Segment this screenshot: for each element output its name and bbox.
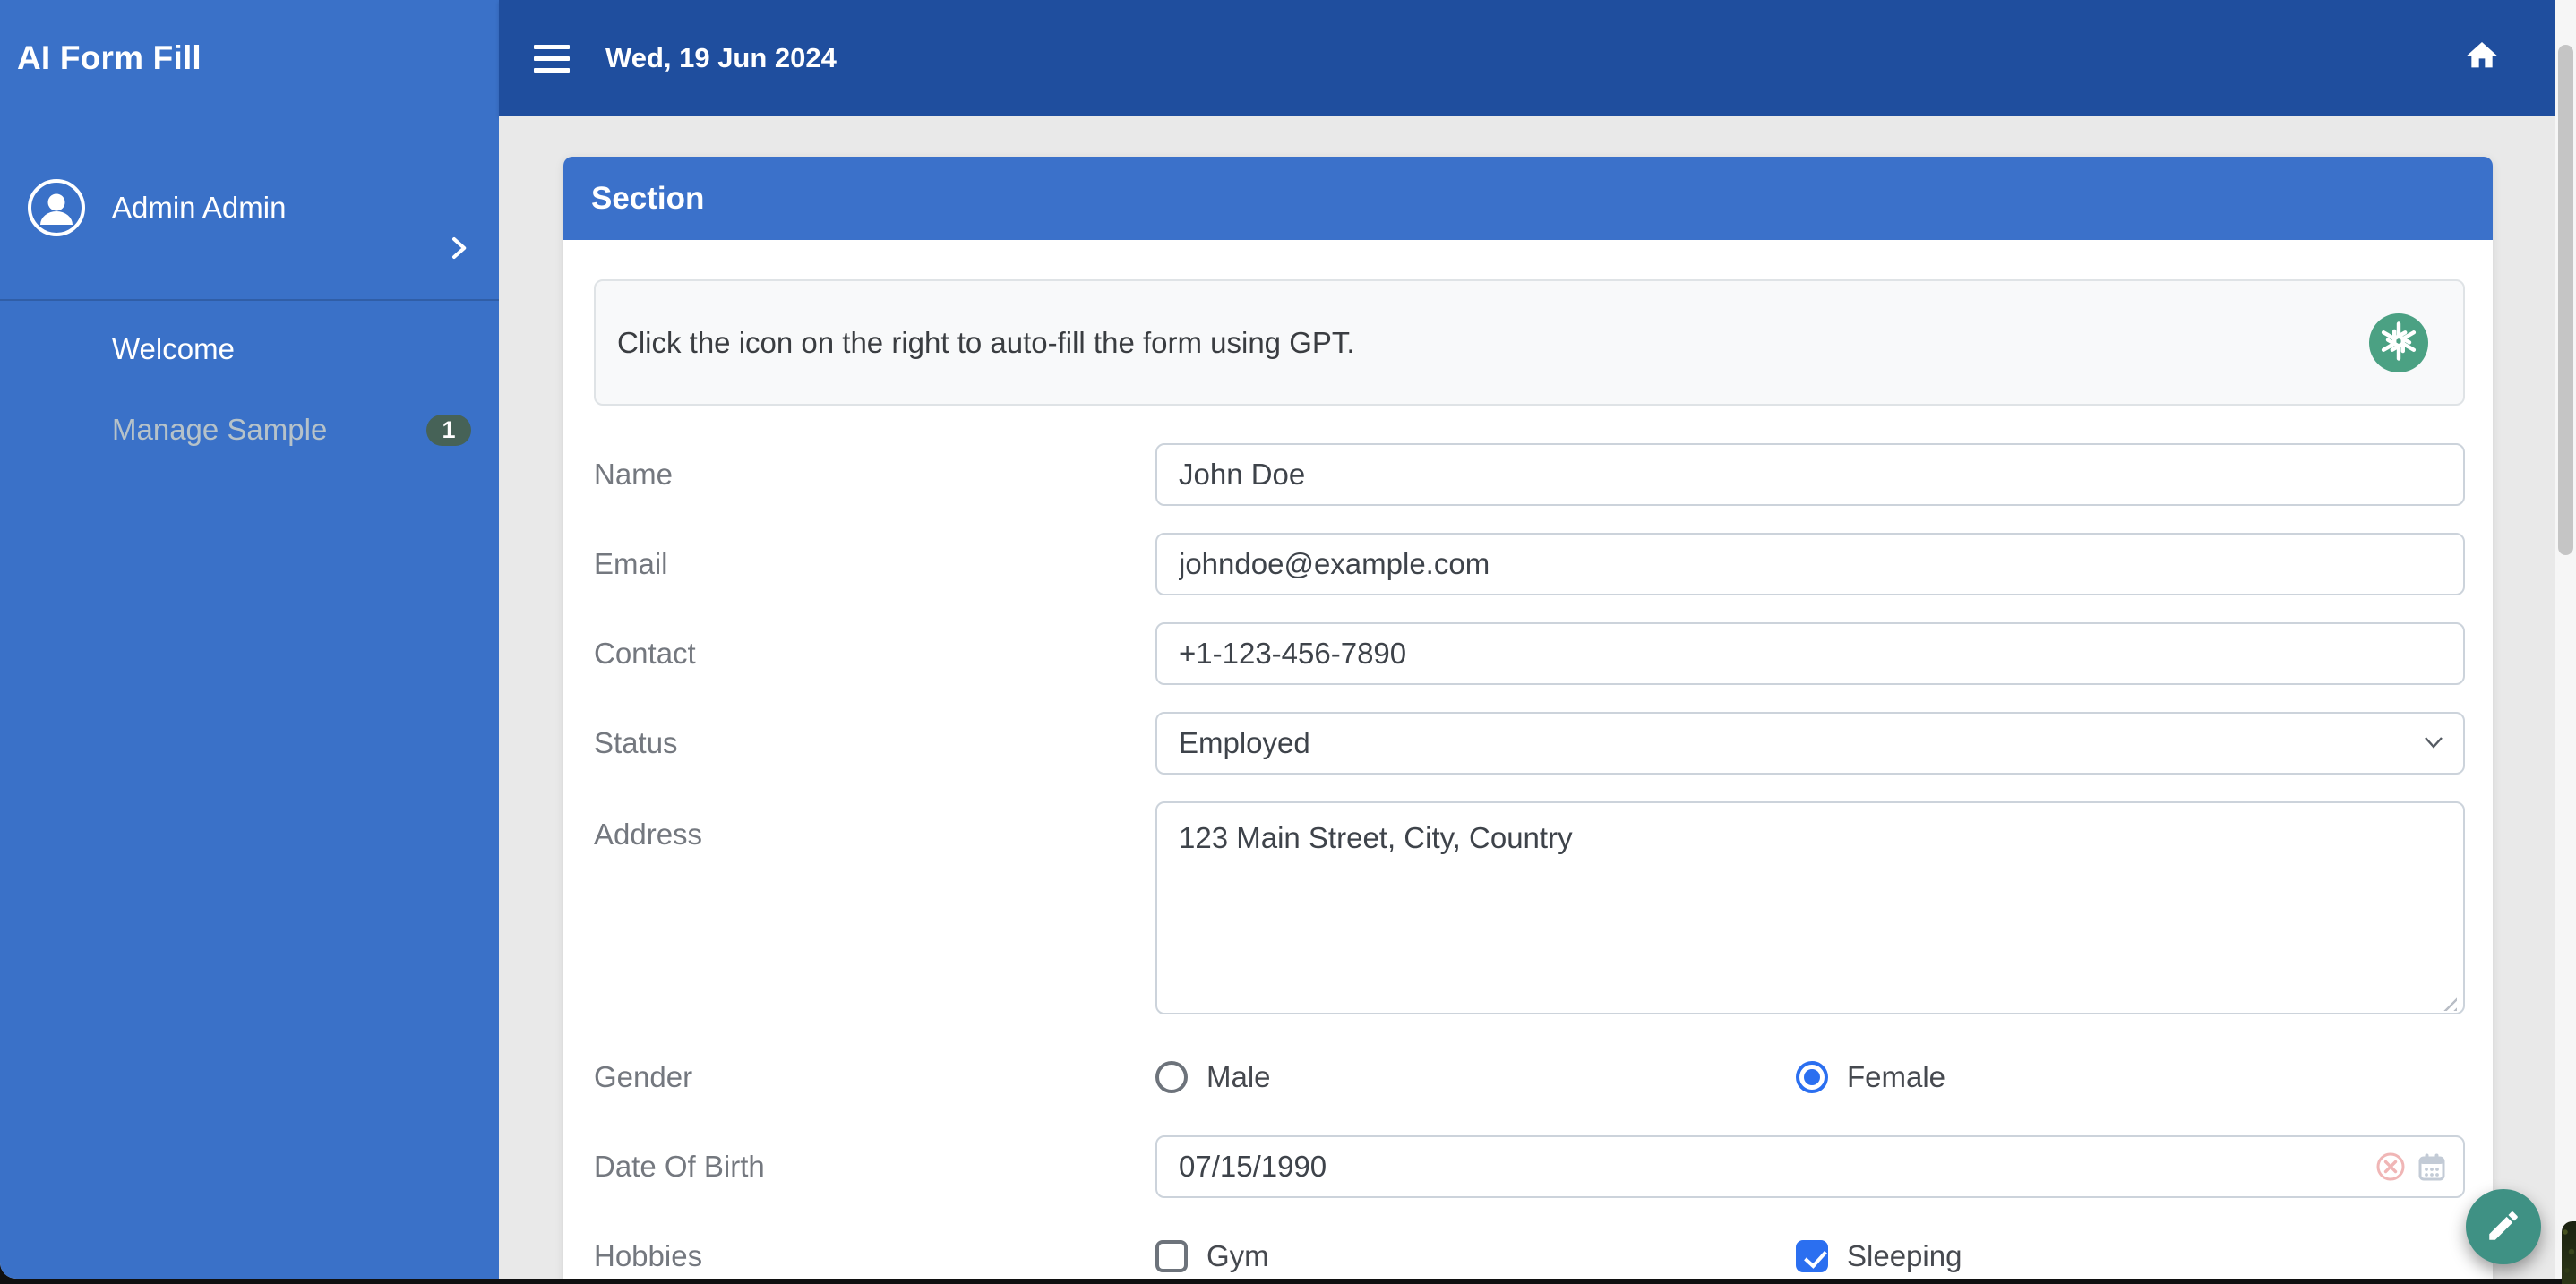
form-row-name: Name: [594, 443, 2465, 506]
form-row-dob: Date Of Birth: [594, 1135, 2465, 1198]
checkbox-gym[interactable]: [1155, 1240, 1188, 1272]
sidebar-header: AI Form Fill: [0, 0, 499, 116]
topbar-date: Wed, 19 Jun 2024: [605, 42, 837, 74]
scrollbar-track[interactable]: [2555, 0, 2576, 1279]
user-menu[interactable]: Admin Admin: [0, 116, 499, 299]
hamburger-menu-icon[interactable]: [534, 45, 570, 73]
chevron-right-icon: [445, 235, 472, 261]
radio-female[interactable]: [1796, 1061, 1828, 1093]
gender-option-male[interactable]: Male: [1155, 1046, 1271, 1109]
sidebar-item-welcome[interactable]: Welcome: [0, 309, 499, 389]
contact-input[interactable]: [1155, 622, 2465, 685]
form-row-hobbies: Hobbies Gym Sleeping: [594, 1225, 2465, 1279]
form-row-email: Email: [594, 533, 2465, 595]
scrollbar-thumb[interactable]: [2558, 45, 2573, 555]
gpt-autofill-button[interactable]: [2369, 313, 2428, 372]
sidebar: AI Form Fill Admin Admin Welcome: [0, 0, 499, 1279]
form-row-contact: Contact: [594, 622, 2465, 685]
form-row-gender: Gender Male Female: [594, 1046, 2465, 1109]
pencil-icon: [2485, 1207, 2522, 1247]
section-header: Section: [563, 157, 2493, 240]
name-label: Name: [594, 458, 1155, 492]
name-input[interactable]: [1155, 443, 2465, 506]
app-window: AI Form Fill Admin Admin Welcome: [0, 0, 2576, 1279]
sidebar-item-label: Welcome: [112, 332, 235, 366]
sidebar-item-manage-sample[interactable]: Manage Sample 1: [0, 389, 499, 470]
desktop-wallpaper-corner: [2562, 1221, 2576, 1284]
sidebar-item-label: Manage Sample: [112, 413, 327, 447]
sidebar-nav: Welcome Manage Sample 1: [0, 301, 499, 470]
address-label: Address: [594, 801, 1155, 852]
address-textarea[interactable]: 123 Main Street, City, Country: [1155, 801, 2465, 1014]
user-avatar-icon: [27, 178, 86, 237]
gender-option-female[interactable]: Female: [1796, 1046, 1945, 1109]
count-badge: 1: [426, 415, 471, 446]
calendar-icon[interactable]: [2417, 1151, 2447, 1182]
app-title: AI Form Fill: [17, 39, 202, 77]
section-title: Section: [591, 181, 704, 217]
email-input[interactable]: [1155, 533, 2465, 595]
hobby-option-gym[interactable]: Gym: [1155, 1225, 1269, 1279]
hobbies-label: Hobbies: [594, 1239, 1155, 1273]
clear-date-icon[interactable]: [2375, 1151, 2406, 1182]
status-select[interactable]: Employed: [1155, 712, 2465, 775]
dob-input[interactable]: [1155, 1135, 2465, 1198]
topbar: Wed, 19 Jun 2024: [499, 0, 2555, 116]
email-label: Email: [594, 547, 1155, 581]
radio-male[interactable]: [1155, 1061, 1188, 1093]
card-body: Click the icon on the right to auto-fill…: [563, 240, 2493, 1279]
gpt-icon: [2369, 312, 2428, 373]
hobby-option-sleeping[interactable]: Sleeping: [1796, 1225, 1962, 1279]
form-card: Section Click the icon on the right to a…: [563, 157, 2493, 1279]
contact-label: Contact: [594, 637, 1155, 671]
status-selected-value: Employed: [1179, 726, 1310, 760]
checkbox-sleeping[interactable]: [1796, 1240, 1828, 1272]
main-content: Section Click the icon on the right to a…: [499, 116, 2555, 1279]
gender-label: Gender: [594, 1060, 1155, 1094]
user-name: Admin Admin: [112, 191, 286, 225]
status-label: Status: [594, 726, 1155, 760]
edit-fab-button[interactable]: [2466, 1189, 2541, 1264]
autofill-info-box: Click the icon on the right to auto-fill…: [594, 279, 2465, 406]
autofill-info-text: Click the icon on the right to auto-fill…: [617, 326, 1355, 360]
form-row-status: Status Employed: [594, 712, 2465, 775]
home-icon[interactable]: [2464, 38, 2500, 73]
dob-label: Date Of Birth: [594, 1150, 1155, 1184]
select-chevron-icon: [2424, 735, 2443, 749]
form-row-address: Address 123 Main Street, City, Country: [594, 801, 2465, 1019]
